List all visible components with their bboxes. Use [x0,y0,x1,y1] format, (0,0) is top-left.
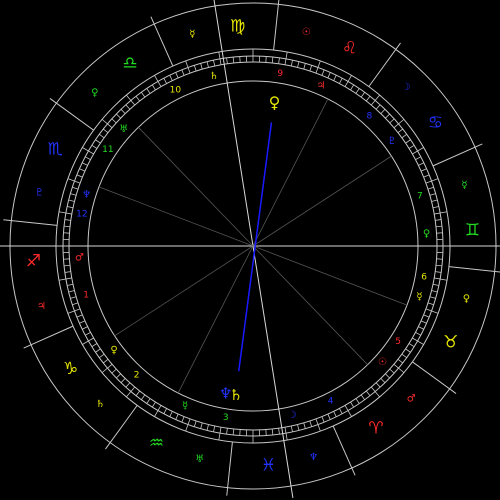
sagittarius-ruler-glyph: ♃ [37,301,46,312]
aquarius-ruler-glyph: ♅ [195,454,204,465]
pisces-ruler-glyph: ♆ [309,452,318,463]
house-11-cusp-glyph: ♅ [119,124,128,135]
house-10-number: 10 [170,85,182,95]
house-5-cusp-glyph: ☉ [378,357,387,368]
house-4-cusp-glyph: ☽ [288,410,297,421]
house-2-cusp-glyph: ♀ [110,345,117,356]
house-12-cusp-glyph: ♆ [82,190,91,201]
house-3-number: 3 [223,413,229,423]
taurus-sign-glyph: ♉ [443,332,458,352]
leo-sign-glyph: ♌ [342,38,357,58]
scorpio-sign-glyph: ♏ [48,140,63,160]
leo-ruler-glyph: ☉ [302,27,311,38]
house-7-number: 7 [417,192,423,202]
cancer-sign-glyph: ♋ [428,113,443,133]
libra-ruler-glyph: ♀ [91,88,98,99]
house-8-number: 8 [367,112,373,122]
neptune-glyph: ♆ [219,384,232,402]
venus-glyph: ♀ [269,93,281,112]
house-9-number: 9 [277,69,283,79]
house-4-number: 4 [328,397,334,407]
aquarius-sign-glyph: ♒ [149,434,164,454]
natal-chart: ♌ ☉ ♋ ☽ ♊ ☿ ♉ ♀ ♈ ♂ ♓ ♆ ♒ ♅ ♑ ♄ ♐ ♃ ♏ ♇ ♎ ♀ ♍ ☿ 1 ♂ 2 ♀ 3 ☿ 4 ☽ 5 ☉ 6 ☿ 7 ♀ 8… [0,0,500,500]
house-6-cusp-glyph: ☿ [416,291,422,302]
scorpio-ruler-glyph: ♇ [35,187,44,198]
gemini-ruler-glyph: ☿ [461,180,467,191]
house-9-cusp-glyph: ♃ [317,80,326,91]
taurus-ruler-glyph: ♀ [463,294,470,305]
house-11-number: 11 [102,145,113,155]
virgo-ruler-glyph: ☿ [189,29,195,40]
house-10-cusp-glyph: ♄ [209,71,218,82]
house-6-number: 6 [421,273,427,283]
libra-sign-glyph: ♎ [122,54,137,74]
aries-sign-glyph: ♈ [368,418,383,438]
house-8-cusp-glyph: ♇ [387,136,396,147]
sagittarius-sign-glyph: ♐ [26,251,41,271]
capricorn-ruler-glyph: ♄ [96,399,105,410]
house-7-cusp-glyph: ♀ [423,228,430,239]
house-2-number: 2 [134,370,140,380]
house-1-number: 1 [83,290,89,300]
aries-ruler-glyph: ♂ [407,393,416,404]
capricorn-sign-glyph: ♑ [63,359,78,379]
house-1-cusp-glyph: ♂ [75,253,84,264]
house-3-cusp-glyph: ☿ [182,401,188,412]
pisces-sign-glyph: ♓ [261,455,276,475]
house-5-number: 5 [395,337,401,347]
virgo-sign-glyph: ♍ [230,17,245,37]
natal-chart-wheel: ♌ ☉ ♋ ☽ ♊ ☿ ♉ ♀ ♈ ♂ ♓ ♆ ♒ ♅ ♑ ♄ ♐ ♃ ♏ ♇ ♎ ♀ ♍ ☿ 1 ♂ 2 ♀ 3 ☿ 4 ☽ 5 ☉ 6 ☿ 7 ♀ 8… [0,0,500,500]
cancer-ruler-glyph: ☽ [401,82,410,93]
house-12-number: 12 [76,209,87,219]
gemini-sign-glyph: ♊ [465,221,480,241]
